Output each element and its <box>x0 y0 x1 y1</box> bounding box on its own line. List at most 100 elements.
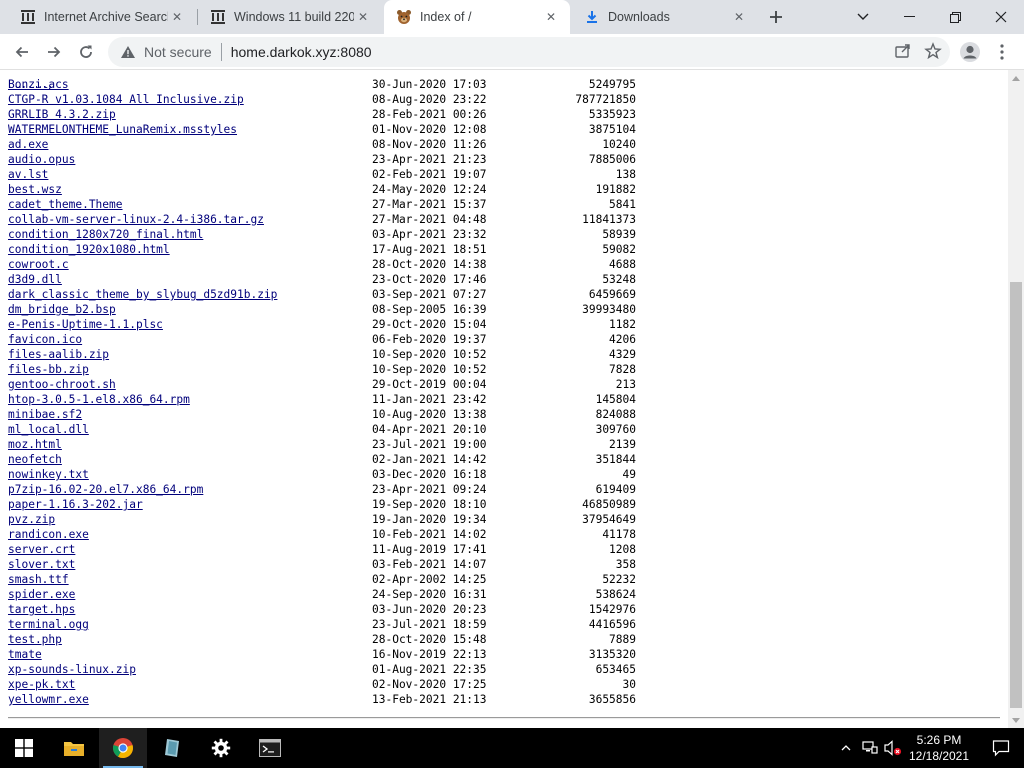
file-link[interactable]: files-aalib.zip <box>8 347 109 362</box>
file-link[interactable]: neofetch <box>8 452 62 467</box>
file-size: 138 <box>615 168 636 181</box>
restore-button[interactable] <box>932 0 978 34</box>
vertical-scrollbar[interactable] <box>1008 70 1024 728</box>
file-link[interactable]: GRRLIB 4.3.2.zip <box>8 107 116 122</box>
file-link[interactable]: files-bb.zip <box>8 362 89 377</box>
file-link[interactable]: audio.opus <box>8 152 75 167</box>
file-link[interactable]: ml_local.dll <box>8 422 89 437</box>
file-size: 11841373 <box>582 213 636 226</box>
file-link[interactable]: pvz.zip <box>8 512 55 527</box>
file-link[interactable]: nowinkey.txt <box>8 467 89 482</box>
file-link[interactable]: randicon.exe <box>8 527 89 542</box>
file-link[interactable]: spider.exe <box>8 587 75 602</box>
show-hidden-icons-button[interactable] <box>836 728 856 768</box>
list-item: cadet_theme.Theme 27-Mar-2021 15:37 5841 <box>8 197 1008 212</box>
close-icon[interactable]: ✕ <box>168 8 186 26</box>
tab-downloads[interactable]: Downloads ✕ <box>572 0 758 34</box>
file-size: 3135320 <box>588 648 636 661</box>
star-icon[interactable] <box>924 42 942 65</box>
url-text[interactable]: home.darkok.xyz:8080 <box>231 44 372 60</box>
new-tab-button[interactable] <box>764 5 788 29</box>
file-link[interactable]: condition_1920x1080.html <box>8 242 170 257</box>
file-size: 30 <box>622 678 636 691</box>
share-icon[interactable] <box>894 42 912 65</box>
file-link[interactable]: htop-3.0.5-1.el8.x86_64.rpm <box>8 392 190 407</box>
terminal-icon <box>259 739 281 757</box>
menu-button[interactable] <box>988 38 1016 66</box>
file-explorer-button[interactable] <box>50 728 98 768</box>
file-link[interactable]: e-Penis-Uptime-1.1.plsc <box>8 317 163 332</box>
app-button[interactable] <box>148 728 196 768</box>
file-link[interactable]: dark_classic_theme_by_slybug_d5zd91b.zip <box>8 287 277 302</box>
file-link[interactable]: WATERMELONTHEME_LunaRemix.msstyles <box>8 122 237 137</box>
tab-search-button[interactable] <box>840 0 886 34</box>
warning-icon[interactable] <box>120 44 136 60</box>
file-link[interactable]: slover.txt <box>8 557 75 572</box>
reload-button[interactable] <box>72 38 100 66</box>
file-link[interactable]: cadet_theme.Theme <box>8 197 123 212</box>
file-size: 52232 <box>602 573 636 586</box>
file-link[interactable]: test.php <box>8 632 62 647</box>
back-button[interactable] <box>8 38 36 66</box>
security-label[interactable]: Not secure <box>144 44 212 60</box>
file-link[interactable]: av.lst <box>8 167 48 182</box>
plus-icon <box>770 11 782 23</box>
file-link[interactable]: xpe-pk.txt <box>8 677 75 692</box>
scroll-up-button[interactable] <box>1008 70 1024 86</box>
file-size: 37954649 <box>582 513 636 526</box>
close-icon[interactable]: ✕ <box>730 8 748 26</box>
file-link[interactable]: favicon.ico <box>8 332 82 347</box>
scroll-down-button[interactable] <box>1008 712 1024 728</box>
file-size: 787721850 <box>575 93 636 106</box>
file-link[interactable]: terminal.ogg <box>8 617 89 632</box>
close-window-button[interactable] <box>978 0 1024 34</box>
file-size: 10240 <box>602 138 636 151</box>
clock[interactable]: 5:26 PM 12/18/2021 <box>902 732 976 764</box>
file-link[interactable]: CTGP-R v1.03.1084 All Inclusive.zip <box>8 92 244 107</box>
address-bar[interactable]: Not secure home.darkok.xyz:8080 <box>108 37 950 67</box>
file-link[interactable]: best.wsz <box>8 182 62 197</box>
file-link[interactable]: p7zip-16.02-20.el7.x86_64.rpm <box>8 482 203 497</box>
file-link[interactable]: minibae.sf2 <box>8 407 82 422</box>
file-date: 04-Apr-2021 20:10 <box>372 423 487 436</box>
network-icon[interactable] <box>860 728 880 768</box>
chrome-button[interactable] <box>99 728 147 768</box>
file-link[interactable]: moz.html <box>8 437 62 452</box>
file-link[interactable]: smash.ttf <box>8 572 69 587</box>
file-link[interactable]: condition_1280x720_final.html <box>8 227 203 242</box>
file-size: 1542976 <box>588 603 636 616</box>
file-link[interactable]: d3d9.dll <box>8 272 62 287</box>
terminal-button[interactable] <box>246 728 294 768</box>
file-link[interactable]: dm_bridge_b2.bsp <box>8 302 116 317</box>
file-link[interactable]: cowroot.c <box>8 257 69 272</box>
file-size: 358 <box>615 558 636 571</box>
tab-index-of[interactable]: Index of / ✕ <box>384 0 570 34</box>
tab-windows-11[interactable]: Windows 11 build 22000 ✕ <box>198 0 382 34</box>
forward-button[interactable] <box>40 38 68 66</box>
file-link[interactable]: xp-sounds-linux.zip <box>8 662 136 677</box>
list-item: CTGP-R v1.03.1084 All Inclusive.zip 08-Au… <box>8 92 1008 107</box>
volume-muted-icon[interactable] <box>882 728 904 768</box>
start-button[interactable] <box>0 728 48 768</box>
close-icon[interactable]: ✕ <box>542 8 560 26</box>
minimize-button[interactable] <box>886 0 932 34</box>
file-link[interactable]: ad.exe <box>8 137 48 152</box>
file-link[interactable]: target.hps <box>8 602 75 617</box>
list-item: Bonzi.acs 30-Jun-2020 17:03 5249795 <box>8 77 1008 92</box>
file-link[interactable]: Bonzi.acs <box>8 77 69 92</box>
file-size: 653465 <box>595 663 636 676</box>
notifications-button[interactable] <box>978 728 1024 768</box>
file-link[interactable]: yellowmr.exe <box>8 692 89 707</box>
tab-internet-archive[interactable]: Internet Archive Search ✕ <box>8 0 196 34</box>
profile-button[interactable] <box>956 38 984 66</box>
settings-button[interactable] <box>197 728 245 768</box>
file-link[interactable]: server.crt <box>8 542 75 557</box>
file-link[interactable]: gentoo-chroot.sh <box>8 377 116 392</box>
file-link[interactable]: tmate <box>8 647 42 662</box>
list-item: GRRLIB 4.3.2.zip 28-Feb-2021 00:26 5335923 <box>8 107 1008 122</box>
file-link[interactable]: collab-vm-server-linux-2.4-i386.tar.gz <box>8 212 264 227</box>
scrollbar-thumb[interactable] <box>1010 282 1022 708</box>
file-link[interactable]: paper-1.16.3-202.jar <box>8 497 143 512</box>
list-item: favicon.ico 06-Feb-2020 19:37 4206 <box>8 332 1008 347</box>
close-icon[interactable]: ✕ <box>354 8 372 26</box>
